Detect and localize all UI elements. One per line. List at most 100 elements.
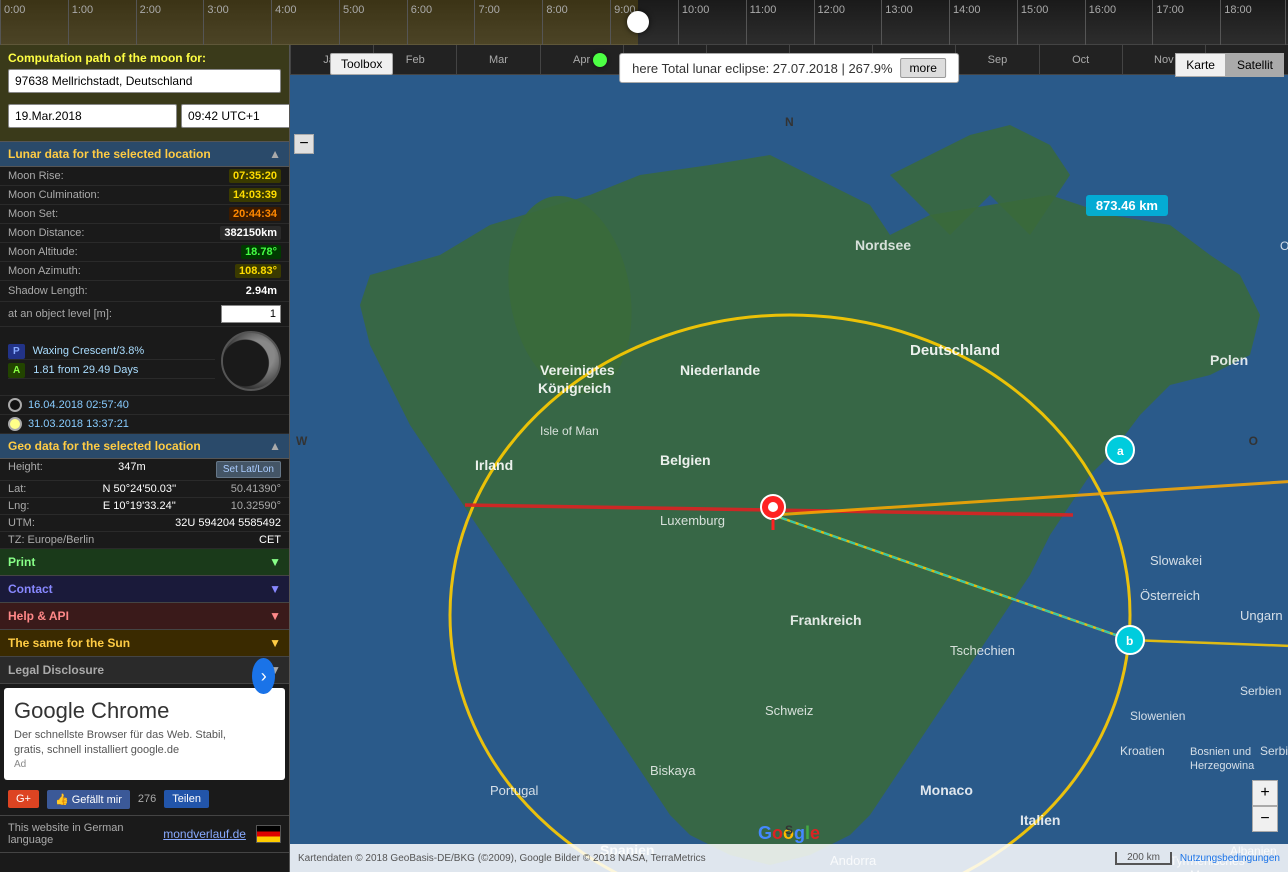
help-label: Help & API [8, 609, 69, 623]
help-section[interactable]: Help & API ▼ [0, 603, 289, 630]
ad-logo: Ad [14, 759, 275, 770]
age-badge: A [8, 363, 25, 378]
german-flag [256, 825, 281, 843]
lunar-section-title: Lunar data for the selected location [8, 147, 211, 161]
ad-description: Der schnellste Browser für das Web. Stab… [14, 728, 252, 759]
moon-culm-value: 14:03:39 [229, 188, 281, 202]
site-link[interactable]: mondverlauf.de [163, 827, 246, 841]
karte-btn[interactable]: Karte [1175, 53, 1226, 77]
sun-section[interactable]: The same for the Sun ▼ [0, 630, 289, 657]
footer-terms[interactable]: Nutzungsbedingungen [1180, 853, 1280, 864]
shadow-row: Shadow Length: 2.94m [0, 281, 289, 302]
hour-6: 6:00 [407, 0, 432, 45]
hour-3: 3:00 [203, 0, 228, 45]
more-button[interactable]: more [901, 58, 946, 78]
svg-text:Österreich: Österreich [1140, 588, 1200, 603]
svg-text:Nordsee: Nordsee [855, 237, 911, 253]
print-header[interactable]: Print ▼ [0, 549, 289, 575]
lunar-section-header[interactable]: Lunar data for the selected location ▲ [0, 142, 289, 167]
date-input[interactable] [8, 104, 177, 128]
year-cursor[interactable] [593, 53, 607, 67]
geo-section-header[interactable]: Geo data for the selected location ▲ [0, 434, 289, 459]
svg-text:Kroatien: Kroatien [1120, 744, 1165, 758]
prev-new-row: 31.03.2018 13:37:21 [0, 415, 289, 434]
phase-text: Waxing Crescent/3.8% [33, 345, 144, 357]
hour-14: 14:00 [949, 0, 981, 45]
hour-2: 2:00 [136, 0, 161, 45]
print-arrow: ▼ [269, 555, 281, 569]
scale-bar: 200 km [1115, 852, 1172, 865]
tz-row: TZ: Europe/Berlin CET [0, 532, 289, 549]
obj-level-label: at an object level [m]: [8, 308, 112, 320]
lng-row: Lng: E 10°19'33.24'' 10.32590° [0, 498, 289, 515]
zoom-in-btn[interactable]: + [1252, 780, 1278, 806]
contact-section[interactable]: Contact ▼ [0, 576, 289, 603]
eclipse-banner: here Total lunar eclipse: 27.07.2018 | 2… [619, 53, 959, 83]
toolbox-button[interactable]: Toolbox [330, 53, 393, 75]
ad-area[interactable]: Google Chrome Der schnellste Browser für… [4, 688, 285, 780]
svg-text:Tschechien: Tschechien [950, 643, 1015, 658]
zoom-controls[interactable]: + − [1252, 780, 1278, 832]
map-footer: Kartendaten © 2018 GeoBasis-DE/BKG (©200… [290, 844, 1288, 872]
google-plus-btn[interactable]: G+ [8, 790, 39, 808]
hour-7: 7:00 [474, 0, 499, 45]
phase-badge: P [8, 344, 25, 359]
moon-az-label: Moon Azimuth: [8, 265, 81, 277]
map-area[interactable]: − Toolbox here Total lunar eclipse: 27.0… [290, 45, 1288, 872]
moon-phase-image [221, 331, 281, 391]
moon-set-label: Moon Set: [8, 208, 58, 220]
svg-text:Monaco: Monaco [920, 782, 973, 798]
phase-area: P Waxing Crescent/3.8% A 1.81 from 29.49… [0, 327, 289, 396]
legal-header[interactable]: Legal Disclosure ▼ [0, 657, 289, 683]
map-credits: Kartendaten © 2018 GeoBasis-DE/BKG (©200… [298, 853, 706, 864]
obj-level-input[interactable] [221, 305, 281, 323]
svg-text:Frankreich: Frankreich [790, 612, 862, 628]
moon-alt-value: 18.78° [241, 245, 281, 259]
timeline-cursor[interactable] [627, 11, 649, 33]
svg-text:Portugal: Portugal [490, 783, 539, 798]
contact-label: Contact [8, 582, 53, 596]
set-lat-btn[interactable]: Set Lat/Lon [216, 461, 281, 478]
lat-deg: 50.41390° [231, 483, 281, 495]
shadow-label: Shadow Length: [8, 285, 88, 297]
svg-text:Schweiz: Schweiz [765, 703, 813, 718]
help-header[interactable]: Help & API ▼ [0, 603, 289, 629]
legal-label: Legal Disclosure [8, 663, 104, 677]
moon-dist-label: Moon Distance: [8, 227, 84, 239]
phase-row: P Waxing Crescent/3.8% [8, 344, 215, 360]
ad-arrow-btn[interactable]: › [252, 658, 275, 694]
share-btn[interactable]: Teilen [164, 790, 209, 808]
height-label: Height: [8, 461, 48, 478]
moon-set-row: Moon Set: 20:44:34 [0, 205, 289, 224]
timeline-track[interactable]: 0:00 1:00 2:00 3:00 4:00 5:00 6:00 7:00 … [0, 0, 1288, 45]
time-input[interactable] [181, 104, 290, 128]
zoom-out-btn[interactable]: − [1252, 806, 1278, 832]
lng-label: Lng: [8, 500, 48, 512]
lat-value: N 50°24'50.03'' [103, 483, 177, 495]
map-container[interactable]: N S O W 873.46 km [290, 75, 1288, 872]
age-text: 1.81 from 29.49 Days [33, 364, 138, 376]
sun-header[interactable]: The same for the Sun ▼ [0, 630, 289, 656]
moon-alt-row: Moon Altitude: 18.78° [0, 243, 289, 262]
left-panel: Computation path of the moon for: >|< Lu… [0, 45, 290, 872]
contact-arrow: ▼ [269, 582, 281, 596]
hour-16: 16:00 [1085, 0, 1117, 45]
age-row: A 1.81 from 29.49 Days [8, 363, 215, 379]
eclipse-text: here Total lunar eclipse: 27.07.2018 | 2… [632, 61, 892, 76]
moon-rise-row: Moon Rise: 07:35:20 [0, 167, 289, 186]
map-type-buttons[interactable]: Karte Satellit [1175, 53, 1284, 77]
map-zoom-minus-top[interactable]: − [294, 134, 314, 154]
location-input[interactable] [8, 69, 281, 93]
satellit-btn[interactable]: Satellit [1226, 53, 1284, 77]
legal-section[interactable]: Legal Disclosure ▼ [0, 657, 289, 684]
moon-alt-label: Moon Altitude: [8, 246, 78, 258]
contact-header[interactable]: Contact ▼ [0, 576, 289, 602]
tz-label: TZ: Europe/Berlin [8, 534, 94, 546]
fb-count: 276 [138, 793, 156, 805]
timeline-bar[interactable]: 0:00 1:00 2:00 3:00 4:00 5:00 6:00 7:00 … [0, 0, 1288, 45]
svg-text:Slowenien: Slowenien [1130, 709, 1185, 723]
print-section[interactable]: Print ▼ [0, 549, 289, 576]
compass-south: S [785, 823, 793, 837]
svg-text:Ostsee: Ostsee [1280, 239, 1288, 253]
facebook-like-btn[interactable]: 👍 Gefällt mir [47, 790, 130, 809]
